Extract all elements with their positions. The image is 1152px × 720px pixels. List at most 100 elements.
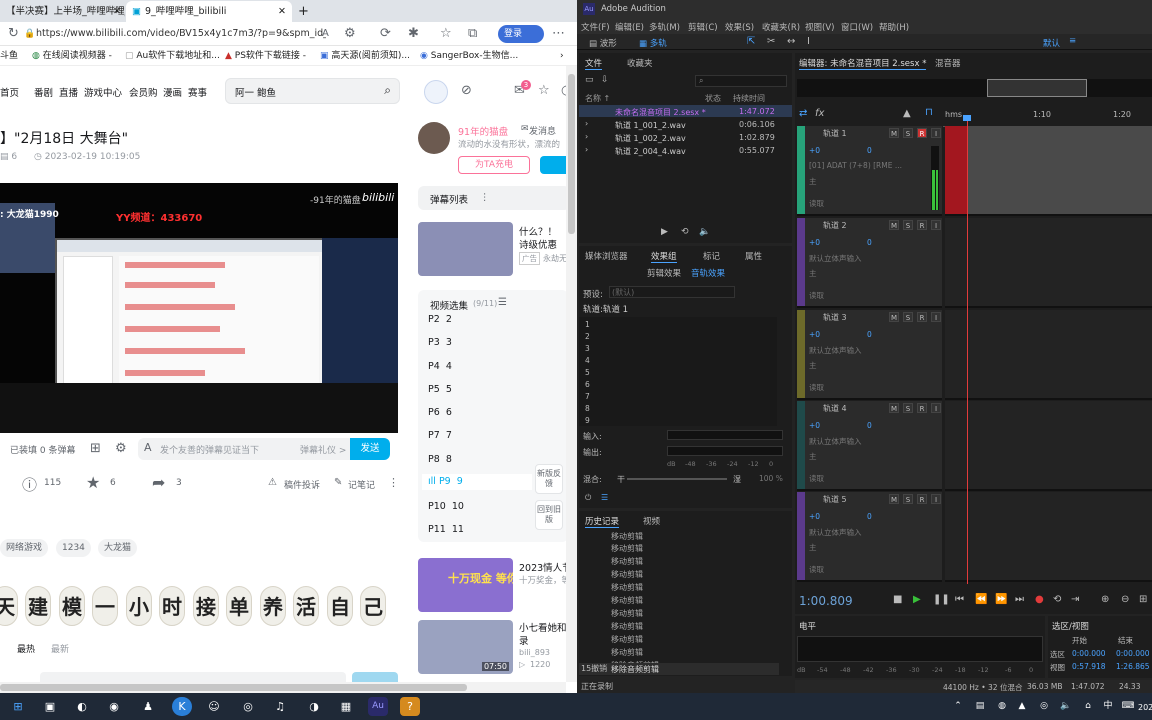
tab-clip-effects[interactable]: 剪辑效果	[647, 267, 681, 279]
play-icon[interactable]: ▶	[661, 227, 668, 237]
qq-icon[interactable]: ♟	[138, 697, 158, 716]
episode-item[interactable]: P7 7	[428, 430, 452, 441]
track-5-lane[interactable]	[945, 492, 1152, 582]
scrollbar-thumb[interactable]	[568, 74, 575, 234]
track-volume[interactable]: +0	[809, 238, 820, 247]
track-3[interactable]: 轨道 3 M S R I +0 0 默认立体声输入 主 读取	[797, 310, 942, 400]
input-monitor-button[interactable]: I	[931, 312, 941, 322]
close-icon[interactable]: ✕	[113, 1, 121, 22]
scrollbar-thumb[interactable]	[0, 684, 467, 691]
history-item[interactable]: 移动剪辑	[611, 595, 643, 606]
track-2-lane[interactable]	[945, 218, 1152, 308]
mute-button[interactable]: M	[889, 128, 899, 138]
menu-favorites[interactable]: 收藏夹(R)	[762, 21, 800, 33]
input-monitor-button[interactable]: I	[931, 128, 941, 138]
record-arm-button[interactable]: R	[917, 128, 927, 138]
photo-icon[interactable]: ◎	[238, 697, 258, 716]
solo-button[interactable]: S	[903, 220, 913, 230]
comment-tab-hot[interactable]: 最热	[17, 642, 35, 655]
track-output[interactable]: 主	[809, 451, 817, 462]
comment-tab-new[interactable]: 最新	[51, 642, 69, 655]
files-search-input[interactable]: ⌕	[695, 75, 787, 87]
zoom-fit-icon[interactable]: ⊞	[1139, 594, 1147, 605]
workspace-selector[interactable]: 默认	[1043, 37, 1060, 49]
rewind-icon[interactable]: ⏪	[975, 594, 987, 605]
steam-icon[interactable]: ◉	[104, 697, 124, 716]
nav-bangumi[interactable]: 番剧	[34, 85, 53, 99]
charge-button[interactable]: 为TA充电	[458, 156, 530, 174]
send-message-button[interactable]: 发消息	[529, 124, 556, 137]
compass-icon[interactable]: ⊘	[461, 84, 472, 98]
track-volume[interactable]: +0	[809, 146, 820, 155]
track-input[interactable]: [01] ADAT (7+8) [RME ...	[809, 161, 902, 170]
record-arm-button[interactable]: R	[917, 403, 927, 413]
video-tag[interactable]: 网络游戏	[0, 539, 49, 557]
track-output[interactable]: 主	[809, 268, 817, 279]
effect-slot[interactable]: 9	[585, 416, 590, 425]
task-view-icon[interactable]: ▣	[40, 697, 60, 716]
history-item[interactable]: 移动剪辑	[611, 569, 643, 580]
solo-button[interactable]: S	[903, 128, 913, 138]
overview-viewport[interactable]	[987, 79, 1087, 97]
danmaku-etiquette-link[interactable]: 弹幕礼仪 >	[300, 443, 346, 456]
track-name[interactable]: 轨道 1	[823, 128, 847, 139]
more-icon[interactable]: ⋮	[388, 476, 399, 489]
recommend-thumb[interactable]	[418, 222, 513, 276]
nav-shop[interactable]: 会员购	[129, 85, 158, 99]
solo-button[interactable]: S	[903, 494, 913, 504]
tray-icon[interactable]: ▲	[1012, 697, 1032, 716]
history-item[interactable]: 移动剪辑	[611, 556, 643, 567]
chevron-right-icon[interactable]: ›	[585, 132, 588, 141]
chevron-right-icon[interactable]: ›	[585, 119, 588, 128]
search-input[interactable]: 阿一 鲍鱼 ⌕	[225, 78, 400, 104]
nav-home[interactable]: 首页	[0, 85, 19, 99]
track-1-lane[interactable]	[945, 126, 1152, 216]
effect-slot[interactable]: 3	[585, 344, 590, 353]
input-monitor-button[interactable]: I	[931, 403, 941, 413]
power-icon[interactable]: ⏻	[585, 493, 591, 503]
menu-effects[interactable]: 效果(S)	[725, 21, 754, 33]
login-button[interactable]: 登录	[498, 25, 544, 43]
track-input[interactable]: 默认立体声输入	[809, 253, 862, 264]
video-tag[interactable]: 1234	[56, 539, 91, 557]
menu-edit[interactable]: 编辑(E)	[615, 21, 644, 33]
track-name[interactable]: 轨道 3	[823, 312, 847, 323]
history-item[interactable]: 移动剪辑	[611, 634, 643, 645]
episode-item[interactable]: P11 11	[428, 524, 464, 535]
coin-icon[interactable]: ⓘ	[22, 474, 37, 495]
track-automation[interactable]: 读取	[809, 382, 824, 393]
audition-icon[interactable]: Au	[368, 697, 388, 716]
preset-dropdown[interactable]: (默认)	[609, 286, 735, 298]
zoom-in-icon[interactable]: ⊕	[1101, 594, 1109, 605]
windows-icon[interactable]: ⊞	[8, 697, 28, 716]
new-tab-button[interactable]: +	[292, 1, 308, 22]
url-field[interactable]: https://www.bilibili.com/video/BV15x4y1c…	[36, 25, 326, 43]
history-item[interactable]: 移动剪辑	[611, 647, 643, 658]
menu-window[interactable]: 窗口(W)	[841, 21, 873, 33]
track-1[interactable]: 轨道 1 M S R I +0 0 [01] ADAT (7+8) [RME .…	[797, 126, 942, 216]
input-monitor-button[interactable]: I	[931, 494, 941, 504]
track-automation[interactable]: 读取	[809, 564, 824, 575]
effect-slot[interactable]: 6	[585, 380, 590, 389]
tab-track-effects[interactable]: 音轨效果	[691, 267, 725, 279]
track-output[interactable]: 主	[809, 176, 817, 187]
help-icon[interactable]: ?	[400, 697, 420, 716]
history-item-current[interactable]: 移除音频剪辑	[579, 663, 779, 675]
razor-tool-icon[interactable]: ✂	[767, 36, 775, 47]
ime-mode-icon[interactable]: ⌨	[1118, 697, 1138, 716]
snap-icon[interactable]: ⊓	[925, 107, 933, 118]
effect-slot[interactable]: 5	[585, 368, 590, 377]
cat-icon[interactable]: ☺	[204, 697, 224, 716]
up-name[interactable]: 91年的猫盘	[458, 124, 508, 138]
loop-icon[interactable]: ⟲	[681, 227, 689, 237]
episode-item-active[interactable]: ıll P9 9	[422, 474, 532, 490]
extension-icon[interactable]: ⚙	[344, 27, 356, 41]
view-start[interactable]: 0:57.918	[1072, 662, 1106, 671]
menu-multitrack[interactable]: 多轨(M)	[649, 21, 680, 33]
tray-icon[interactable]: ◍	[992, 697, 1012, 716]
tab-properties[interactable]: 属性	[745, 250, 762, 262]
skip-end-icon[interactable]: ⏭	[1015, 594, 1024, 605]
loop-icon[interactable]: ⟲	[1053, 594, 1061, 605]
send-danmaku-button[interactable]: 发送	[350, 438, 390, 460]
ime-indicator[interactable]: 中	[1098, 697, 1118, 716]
